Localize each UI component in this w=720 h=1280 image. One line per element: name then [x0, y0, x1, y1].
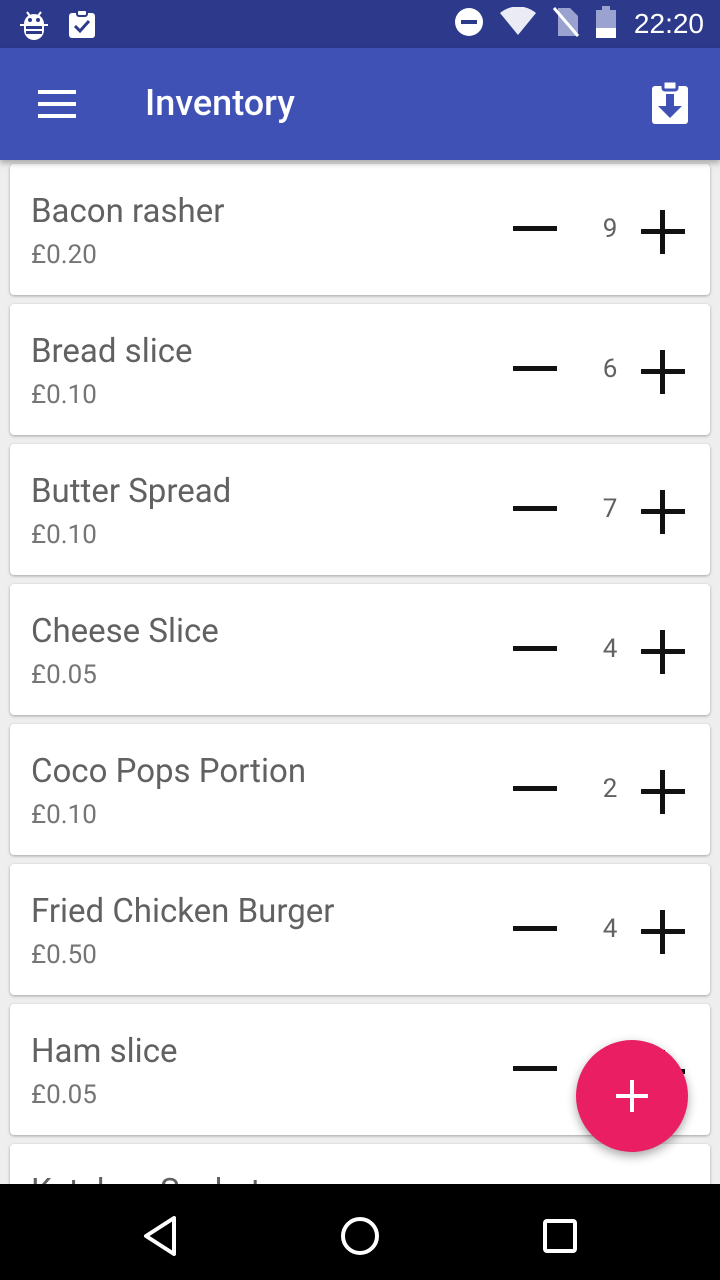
- item-price: £0.50: [31, 940, 97, 970]
- hamburger-menu-icon: [38, 90, 76, 118]
- inventory-item[interactable]: Fried Chicken Burger £0.50 4: [10, 864, 710, 995]
- decrement-button[interactable]: [510, 208, 560, 248]
- minus-icon: [513, 226, 557, 231]
- item-quantity: 4: [602, 634, 618, 664]
- plus-icon: [641, 490, 685, 534]
- item-name: Bacon rasher: [31, 192, 225, 231]
- clipboard-check-icon: [66, 8, 98, 44]
- decrement-button[interactable]: [510, 348, 560, 388]
- item-price: £0.10: [31, 520, 97, 550]
- item-price: £0.05: [31, 660, 97, 690]
- battery-icon: [595, 6, 616, 42]
- minus-icon: [513, 786, 557, 791]
- page-title: Inventory: [145, 82, 295, 124]
- item-name: Butter Spread: [31, 472, 232, 511]
- item-quantity: 9: [602, 214, 618, 244]
- increment-button[interactable]: [638, 487, 688, 537]
- inventory-item[interactable]: Cheese Slice £0.05 4: [10, 584, 710, 715]
- inventory-item[interactable]: Butter Spread £0.10 7: [10, 444, 710, 575]
- inventory-item[interactable]: Bacon rasher £0.20 9: [10, 164, 710, 295]
- no-sim-icon: [552, 6, 580, 42]
- do-not-disturb-icon: [454, 7, 484, 41]
- increment-button[interactable]: [638, 907, 688, 957]
- plus-icon: [641, 910, 685, 954]
- back-button[interactable]: [132, 1208, 188, 1264]
- export-button[interactable]: [642, 76, 698, 132]
- android-debug-icon: [18, 8, 50, 44]
- menu-button[interactable]: [28, 78, 84, 130]
- item-name: Ketchup Sachet: [31, 1172, 261, 1184]
- plus-icon: [641, 210, 685, 254]
- wifi-icon: [499, 6, 536, 41]
- item-quantity: 2: [602, 774, 618, 804]
- inventory-item[interactable]: Bread slice £0.10 6: [10, 304, 710, 435]
- increment-button[interactable]: [638, 347, 688, 397]
- decrement-button[interactable]: [510, 628, 560, 668]
- add-item-button[interactable]: [576, 1040, 688, 1152]
- minus-icon: [513, 926, 557, 931]
- inventory-item[interactable]: Coco Pops Portion £0.10 2: [10, 724, 710, 855]
- home-button[interactable]: [332, 1208, 388, 1264]
- minus-icon: [513, 366, 557, 371]
- item-name: Coco Pops Portion: [31, 752, 307, 791]
- item-name: Bread slice: [31, 332, 193, 371]
- item-price: £0.10: [31, 800, 97, 830]
- item-quantity: 4: [602, 914, 618, 944]
- item-name: Cheese Slice: [31, 612, 219, 651]
- app-bar: Inventory: [0, 48, 720, 160]
- plus-icon: [641, 770, 685, 814]
- item-price: £0.20: [31, 240, 97, 270]
- item-name: Ham slice: [31, 1032, 178, 1071]
- decrement-button[interactable]: [510, 768, 560, 808]
- recents-button[interactable]: [532, 1208, 588, 1264]
- clipboard-download-icon: [652, 79, 688, 124]
- item-quantity: 6: [602, 354, 618, 384]
- decrement-button[interactable]: [510, 1048, 560, 1088]
- recents-icon: [543, 1219, 577, 1253]
- status-time: 22:20: [633, 8, 704, 39]
- decrement-button[interactable]: [510, 908, 560, 948]
- item-name: Fried Chicken Burger: [31, 892, 335, 931]
- status-bar: 22:20: [0, 0, 720, 48]
- back-icon: [144, 1216, 176, 1256]
- home-icon: [341, 1217, 379, 1255]
- item-quantity: 7: [602, 494, 618, 524]
- inventory-list[interactable]: Bacon rasher £0.20 9 Bread slice £0.10 6…: [0, 160, 720, 1184]
- plus-icon: [641, 630, 685, 674]
- minus-icon: [513, 506, 557, 511]
- decrement-button[interactable]: [510, 488, 560, 528]
- plus-icon: [641, 350, 685, 394]
- increment-button[interactable]: [638, 627, 688, 677]
- inventory-item[interactable]: Ketchup Sachet: [10, 1144, 710, 1184]
- item-price: £0.10: [31, 380, 97, 410]
- minus-icon: [513, 1066, 557, 1071]
- item-price: £0.05: [31, 1080, 97, 1110]
- increment-button[interactable]: [638, 767, 688, 817]
- add-icon: [616, 1080, 648, 1112]
- minus-icon: [513, 646, 557, 651]
- navigation-bar: [0, 1184, 720, 1280]
- increment-button[interactable]: [638, 207, 688, 257]
